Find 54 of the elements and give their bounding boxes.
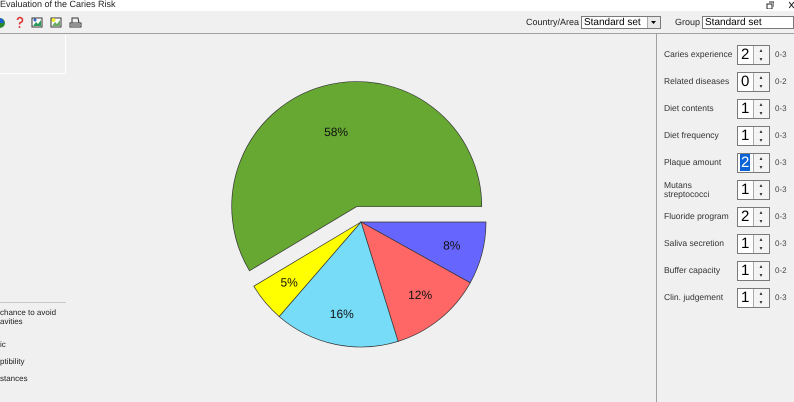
range-text: 0-3 [775,239,787,248]
spin-box[interactable]: 2 [737,44,770,64]
legend-text: stances [0,374,29,383]
restore-icon[interactable] [766,1,774,9]
spin-box[interactable]: 1 [737,98,770,118]
image-icon[interactable] [31,16,43,28]
spin-box[interactable]: 1 [737,180,770,200]
range-text: 0-3 [775,158,787,167]
factor-label: Mutans streptococci [664,180,710,198]
spin-box[interactable]: 1 [737,288,770,308]
factor-label: Related diseases [664,77,730,86]
printer-icon[interactable] [69,16,82,28]
factor-label: Caries experience [664,50,734,59]
window-title: Evaluation of the Caries Risk [0,0,116,9]
legend-text: avities [0,317,24,326]
range-text: 0-3 [775,50,787,59]
dropdown[interactable]: Standard set [580,16,661,28]
spin-box[interactable]: 0 [737,72,770,92]
question-mark-icon[interactable] [15,16,24,28]
factor-label: Fluoride program [664,212,730,221]
factor-label: Plaque amount [664,158,722,167]
factor-label: Saliva secretion [664,239,726,248]
data-label: 8% [443,238,460,253]
close-icon[interactable] [789,1,794,9]
range-text: 0-3 [775,185,787,194]
factor-label: Clin. judgement [664,293,724,302]
spin-box[interactable]: 1 [737,260,770,280]
data-label: 58% [324,124,348,139]
spin-box[interactable]: 2 [737,206,770,226]
range-text: 0-3 [775,293,787,302]
factor-label: Diet frequency [664,131,720,140]
legend-text: ptibility [0,357,26,366]
empty-panel [0,35,66,74]
factor-label: Buffer capacity [664,266,722,275]
range-text: 0-2 [775,77,787,86]
legend-text: chance to avoid [0,308,58,317]
dropdown[interactable]: Standard set [702,16,794,28]
legend-text: ic [0,340,7,349]
spin-box[interactable]: 1 [737,126,770,146]
field-label: Country/Area [526,17,579,27]
range-text: 0-2 [775,266,787,275]
caret-icon [651,20,656,24]
data-label: 5% [280,275,298,290]
field-label: Group [674,17,700,27]
spin-box[interactable]: 1 [737,234,770,254]
range-text: 0-3 [775,212,787,221]
range-text: 0-3 [775,131,787,140]
image-icon[interactable] [50,16,62,28]
factor-label: Diet contents [664,104,715,113]
range-text: 0-3 [775,104,787,113]
globe-icon[interactable] [0,16,5,28]
data-label: 16% [330,306,354,321]
data-label: 12% [408,288,432,302]
spin-box[interactable]: 2 [737,152,770,172]
